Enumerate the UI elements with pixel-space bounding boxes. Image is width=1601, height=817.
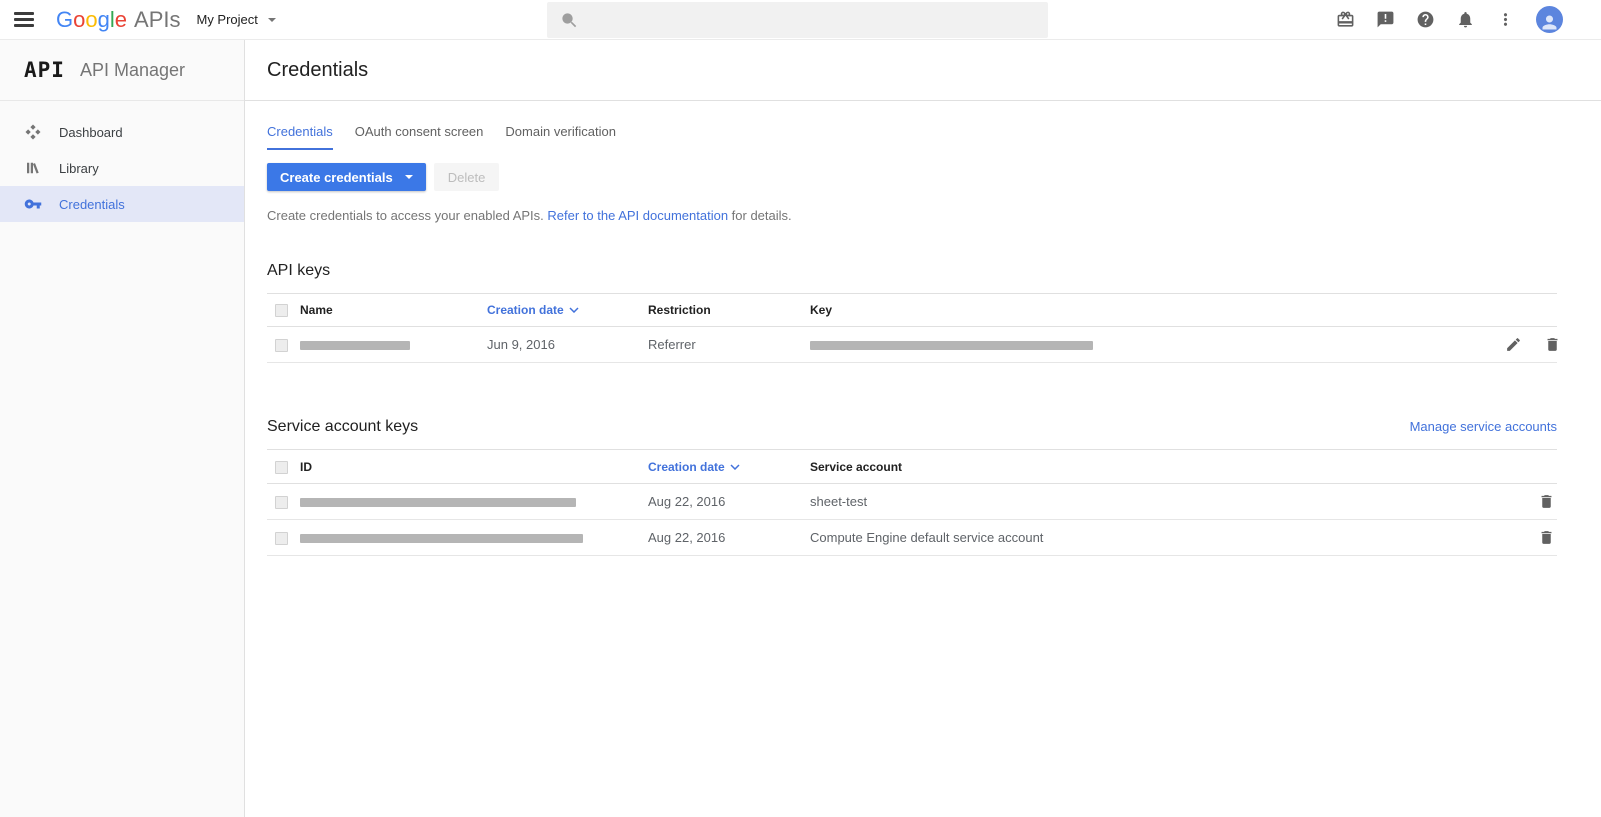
service-account-row: Aug 22, 2016 Compute Engine default serv… <box>267 519 1557 556</box>
sidebar-item-label: Credentials <box>59 196 125 212</box>
tab-credentials[interactable]: Credentials <box>267 124 333 150</box>
menu-icon <box>14 12 34 15</box>
edit-icon[interactable] <box>1505 336 1522 353</box>
logo-letter: G <box>56 6 74 32</box>
sidebar-item-library[interactable]: Library <box>0 150 244 186</box>
page-header: Credentials <box>245 40 1601 101</box>
sort-desc-icon <box>569 307 579 314</box>
key-icon <box>24 199 42 209</box>
column-header-restriction[interactable]: Restriction <box>648 292 810 328</box>
chevron-down-icon <box>267 17 276 22</box>
api-keys-title: API keys <box>267 262 331 279</box>
help-icon[interactable] <box>1416 10 1435 29</box>
tab-domain-verification[interactable]: Domain verification <box>505 124 616 150</box>
api-documentation-link[interactable]: Refer to the API documentation <box>547 208 728 223</box>
create-credentials-button[interactable]: Create credentials <box>267 163 426 191</box>
api-keys-header-row: Name Creation date Restriction Key <box>267 292 1557 328</box>
trash-icon[interactable] <box>1538 493 1555 510</box>
more-vert-icon[interactable] <box>1496 10 1515 29</box>
notifications-icon[interactable] <box>1456 10 1475 29</box>
column-header-key[interactable]: Key <box>810 292 1487 328</box>
row-checkbox[interactable] <box>275 531 288 545</box>
avatar[interactable] <box>1536 6 1563 33</box>
chevron-down-icon <box>404 175 413 179</box>
google-apis-logo: G o o g l e APIs <box>56 7 180 33</box>
sidebar-item-credentials[interactable]: Credentials <box>0 186 244 222</box>
creation-date-cell: Aug 22, 2016 <box>648 519 810 556</box>
api-keys-section: API keys Name Creation date Restriction … <box>267 262 1558 364</box>
search-input[interactable] <box>591 12 1035 28</box>
creation-date-cell: Jun 9, 2016 <box>487 326 648 364</box>
sidebar-item-dashboard[interactable]: Dashboard <box>0 114 244 150</box>
select-all-checkbox[interactable] <box>275 460 288 474</box>
redacted-id-bar <box>300 497 576 507</box>
sidebar-nav: Dashboard Library Credentials <box>0 101 244 222</box>
project-selector[interactable]: My Project <box>196 12 276 27</box>
redacted-key-bar <box>810 341 1093 351</box>
topbar-actions <box>1336 6 1563 33</box>
project-name: My Project <box>196 12 258 27</box>
sidebar-item-label: Dashboard <box>59 124 123 140</box>
tab-oauth-consent-screen[interactable]: OAuth consent screen <box>355 124 484 150</box>
sidebar-item-label: Library <box>59 160 99 176</box>
search-icon <box>562 12 577 27</box>
column-header-service-account[interactable]: Service account <box>810 449 1517 484</box>
service-account-keys-title: Service account keys <box>267 418 419 436</box>
column-header-id[interactable]: ID <box>300 449 648 484</box>
creation-date-cell: Aug 22, 2016 <box>648 483 810 520</box>
api-logo: API <box>24 58 65 82</box>
library-icon <box>27 162 39 174</box>
page-title: Credentials <box>267 58 369 81</box>
person-icon <box>1542 15 1557 30</box>
service-account-row: Aug 22, 2016 sheet-test <box>267 483 1557 520</box>
delete-button[interactable]: Delete <box>433 163 500 191</box>
sidebar-title: API Manager <box>79 59 185 80</box>
logo-letter: e <box>114 6 128 32</box>
credentials-description: Create credentials to access your enable… <box>267 208 1557 223</box>
column-header-name[interactable]: Name <box>300 292 487 328</box>
redacted-name-bar <box>300 341 410 351</box>
service-account-keys-section: Service account keys Manage service acco… <box>267 418 1557 556</box>
tab-bar: Credentials OAuth consent screen Domain … <box>267 124 1557 150</box>
dashboard-icon <box>25 124 41 140</box>
menu-button[interactable] <box>14 8 38 32</box>
service-account-cell: sheet-test <box>810 483 1517 520</box>
row-checkbox[interactable] <box>275 339 288 353</box>
search-bar[interactable] <box>547 2 1048 38</box>
service-account-cell: Compute Engine default service account <box>810 519 1517 556</box>
description-text: Create credentials to access your enable… <box>267 208 548 223</box>
column-header-creation-date[interactable]: Creation date <box>648 449 810 484</box>
logo-letter: o <box>73 6 86 32</box>
main-content: Credentials Credentials OAuth consent sc… <box>245 40 1601 817</box>
sidebar-header: API API Manager <box>0 40 244 101</box>
logo-letter: g <box>97 6 110 32</box>
api-keys-table: Name Creation date Restriction Key Jun 9… <box>267 292 1558 364</box>
logo-letter: o <box>85 6 98 32</box>
create-credentials-label: Create credentials <box>280 169 393 185</box>
trash-icon[interactable] <box>1538 529 1555 546</box>
trash-icon[interactable] <box>1544 336 1561 353</box>
description-text: for details. <box>728 208 792 223</box>
api-key-row: Jun 9, 2016 Referrer <box>267 326 1558 364</box>
feedback-icon[interactable] <box>1376 10 1395 29</box>
service-account-header-row: ID Creation date Service account <box>267 449 1557 484</box>
sort-desc-icon <box>730 464 740 470</box>
gift-icon[interactable] <box>1336 10 1355 29</box>
column-header-creation-date[interactable]: Creation date <box>487 292 648 328</box>
select-all-checkbox[interactable] <box>275 304 288 318</box>
toolbar: Create credentials Delete <box>267 163 1557 191</box>
manage-service-accounts-link[interactable]: Manage service accounts <box>1410 419 1557 434</box>
service-account-keys-table: ID Creation date Service account Aug 22,… <box>267 449 1557 556</box>
restriction-cell: Referrer <box>648 326 810 364</box>
redacted-id-bar <box>300 533 583 543</box>
logo-suffix: APIs <box>134 6 181 32</box>
topbar: G o o g l e APIs My Project <box>0 0 1601 40</box>
row-checkbox[interactable] <box>275 495 288 509</box>
sidebar: API API Manager Dashboard Library Creden… <box>0 40 245 817</box>
